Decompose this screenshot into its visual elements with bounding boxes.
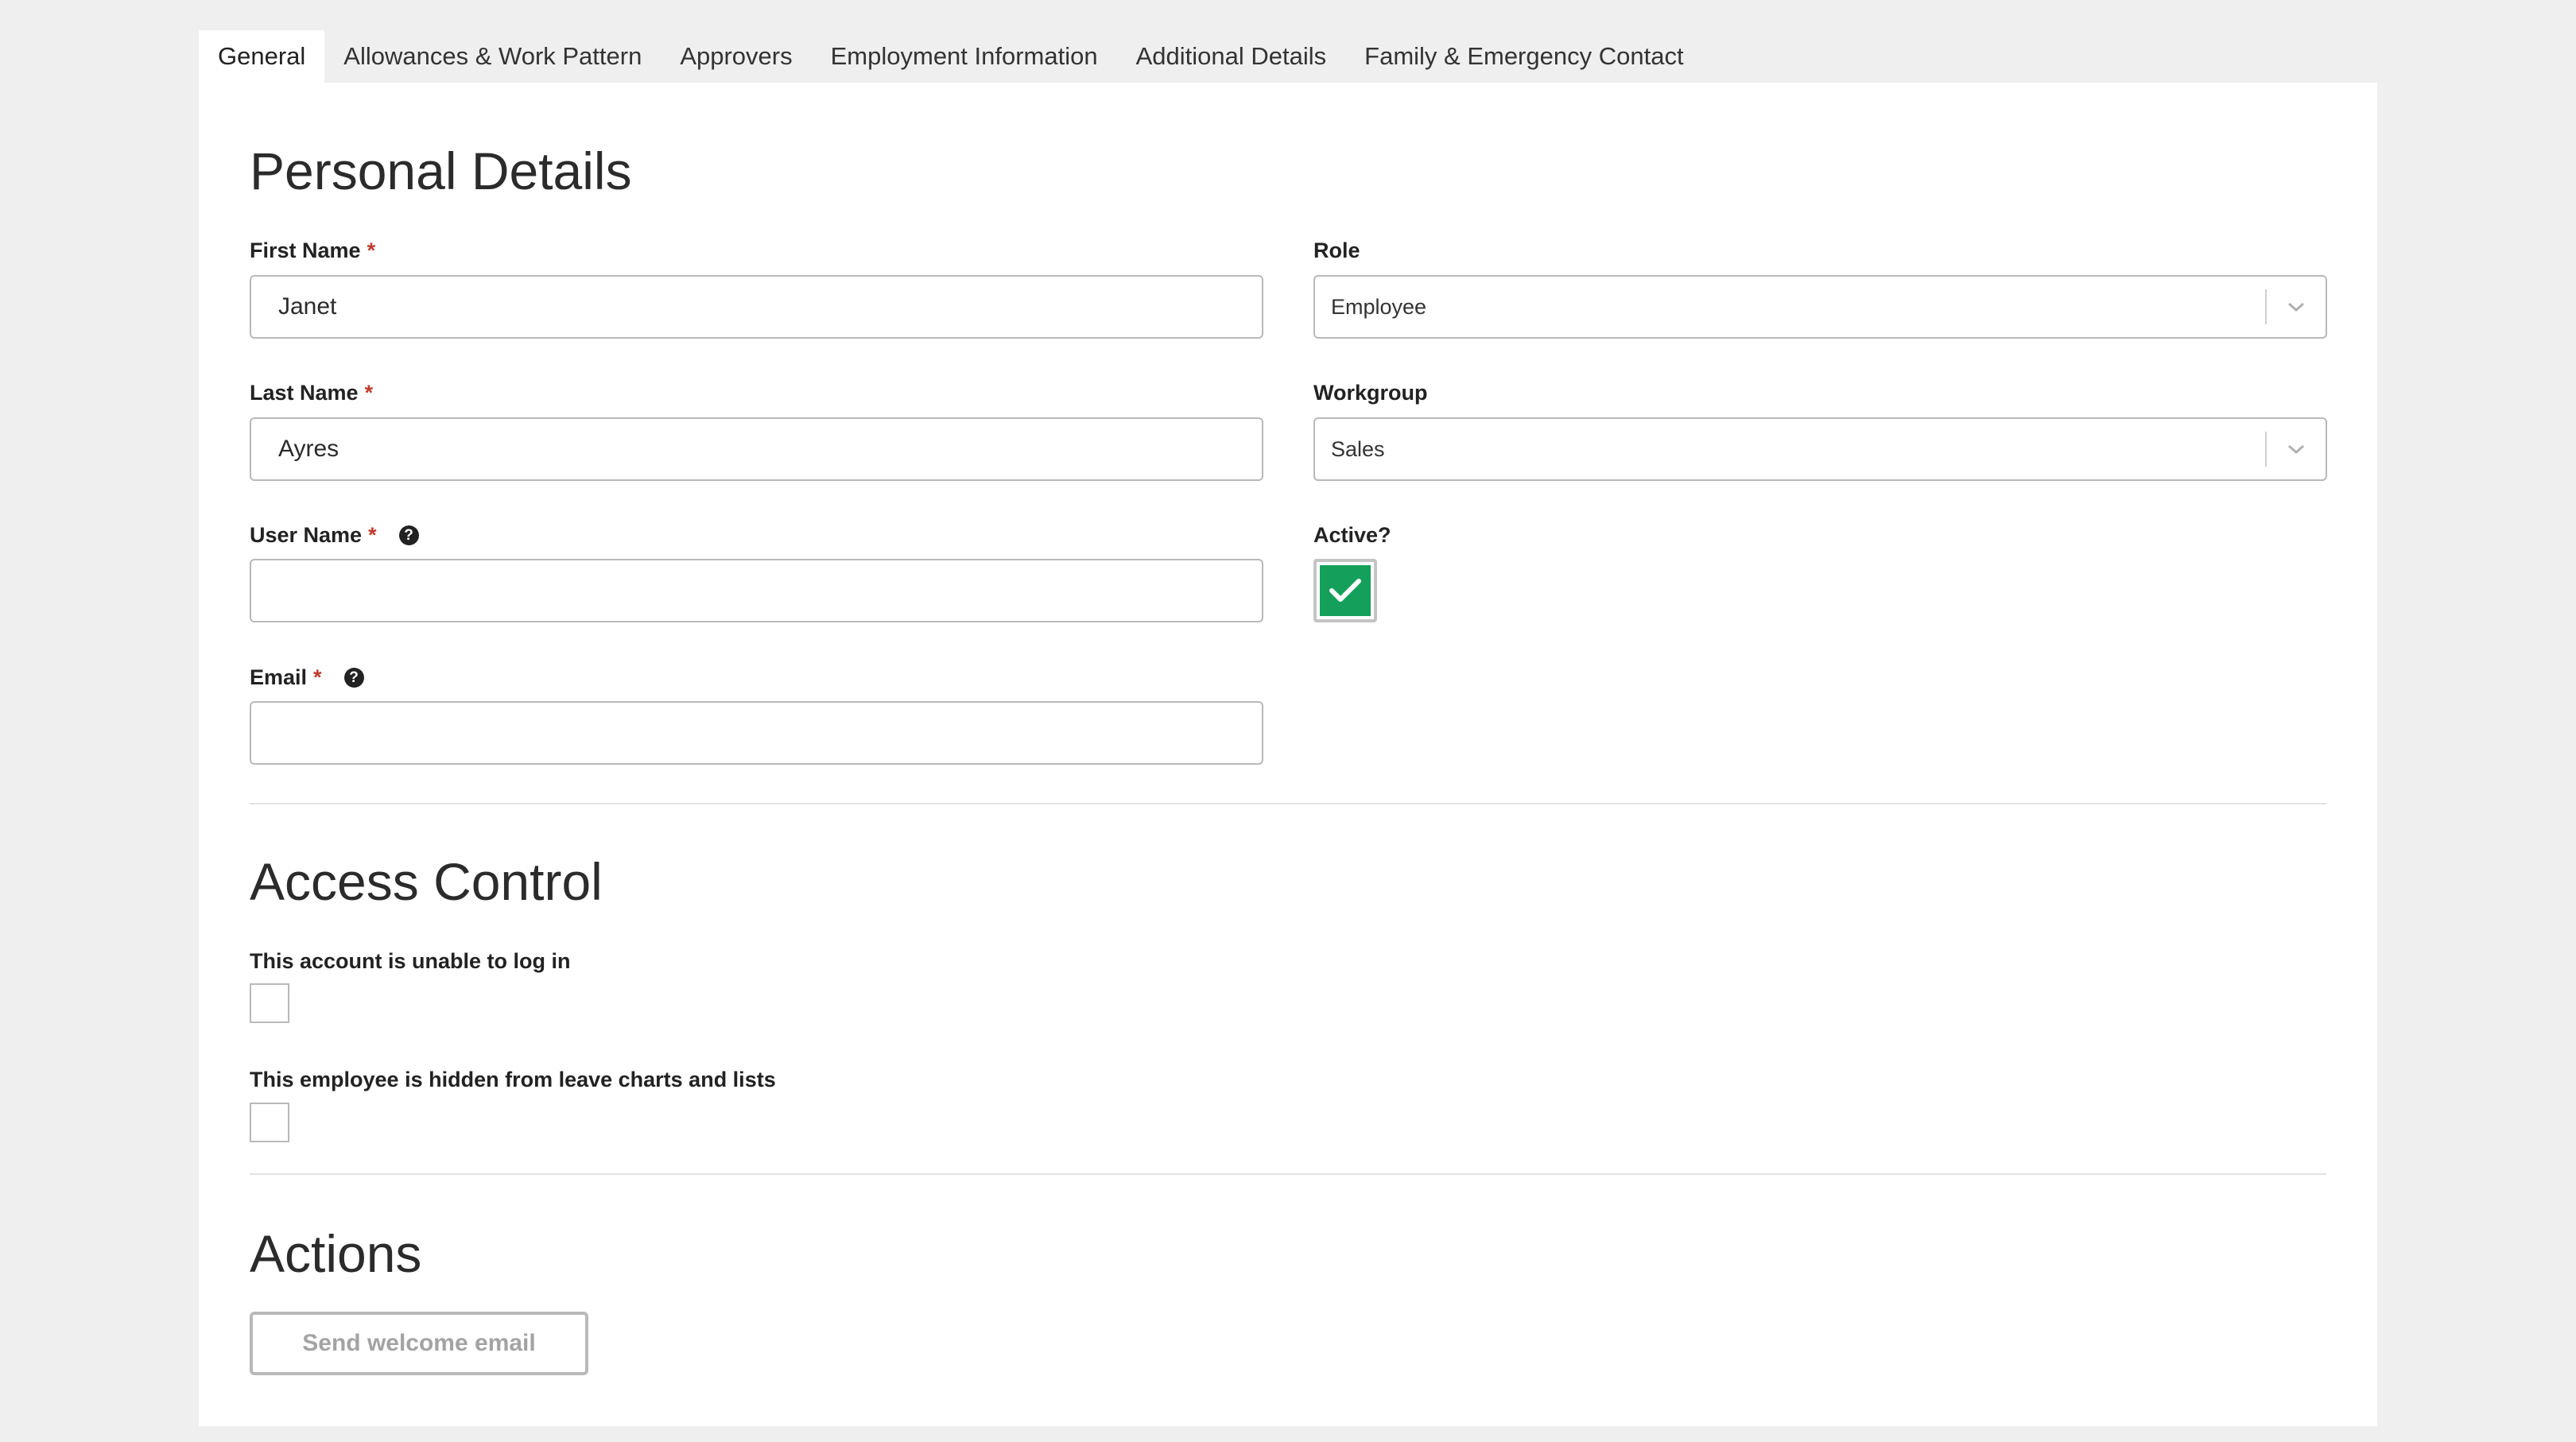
last-name-label: Last Name *	[250, 381, 373, 405]
active-label-text: Active?	[1313, 523, 1391, 547]
email-label: Email * ?	[250, 665, 364, 690]
hidden-from-charts-label-text: This employee is hidden from leave chart…	[250, 1068, 776, 1091]
tab-employment-information[interactable]: Employment Information	[812, 30, 1117, 83]
general-panel: Personal Details First Name * Last Name …	[199, 83, 2377, 1426]
tab-approvers[interactable]: Approvers	[661, 30, 811, 83]
role-selected-value: Employee	[1331, 294, 1427, 319]
page: General Allowances & Work Pattern Approv…	[0, 0, 2576, 1442]
first-name-label-text: First Name	[250, 238, 361, 262]
email-input[interactable]	[250, 701, 1263, 765]
send-welcome-email-button[interactable]: Send welcome email	[250, 1312, 588, 1375]
unable-to-login-checkbox[interactable]	[250, 983, 289, 1023]
tab-family-emergency-contact[interactable]: Family & Emergency Contact	[1345, 30, 1702, 83]
user-name-label-text: User Name	[250, 523, 363, 547]
required-marker: *	[313, 665, 322, 689]
workgroup-label-text: Workgroup	[1313, 381, 1428, 405]
email-label-text: Email	[250, 665, 308, 689]
tab-allowances-work-pattern[interactable]: Allowances & Work Pattern	[324, 30, 661, 83]
role-label: Role	[1313, 238, 1360, 263]
workgroup-label: Workgroup	[1313, 381, 1428, 405]
tab-general[interactable]: General	[199, 30, 325, 83]
actions-heading: Actions	[250, 1224, 422, 1283]
question-circle-icon[interactable]: ?	[343, 668, 364, 688]
unable-to-login-label: This account is unable to log in	[250, 949, 571, 974]
tab-additional-details[interactable]: Additional Details	[1117, 30, 1346, 83]
user-name-input[interactable]	[250, 559, 1263, 622]
required-marker: *	[367, 238, 376, 262]
user-name-label: User Name * ?	[250, 523, 419, 548]
section-divider	[250, 803, 2326, 804]
chevron-down-icon[interactable]	[2267, 300, 2326, 313]
question-circle-icon[interactable]: ?	[398, 525, 419, 545]
role-label-text: Role	[1313, 238, 1360, 262]
active-checkbox[interactable]	[1313, 559, 1377, 622]
required-marker: *	[368, 523, 377, 547]
workgroup-select[interactable]: Sales	[1313, 417, 2327, 481]
unable-to-login-label-text: This account is unable to log in	[250, 949, 571, 973]
first-name-input[interactable]	[250, 275, 1263, 339]
first-name-label: First Name *	[250, 238, 375, 263]
active-label: Active?	[1313, 523, 1391, 548]
required-marker: *	[364, 381, 374, 405]
access-control-heading: Access Control	[250, 852, 603, 911]
active-checkbox-fill	[1320, 565, 1371, 616]
personal-details-heading: Personal Details	[250, 141, 632, 200]
hidden-from-charts-checkbox[interactable]	[250, 1103, 289, 1142]
workgroup-selected-value: Sales	[1331, 436, 1385, 461]
checkmark-icon	[1329, 579, 1361, 602]
hidden-from-charts-label: This employee is hidden from leave chart…	[250, 1068, 776, 1092]
tab-bar: General Allowances & Work Pattern Approv…	[199, 30, 1703, 83]
role-select[interactable]: Employee	[1313, 275, 2327, 339]
chevron-down-icon[interactable]	[2267, 443, 2326, 455]
last-name-input[interactable]	[250, 417, 1263, 481]
section-divider	[250, 1173, 2326, 1175]
last-name-label-text: Last Name	[250, 381, 359, 405]
